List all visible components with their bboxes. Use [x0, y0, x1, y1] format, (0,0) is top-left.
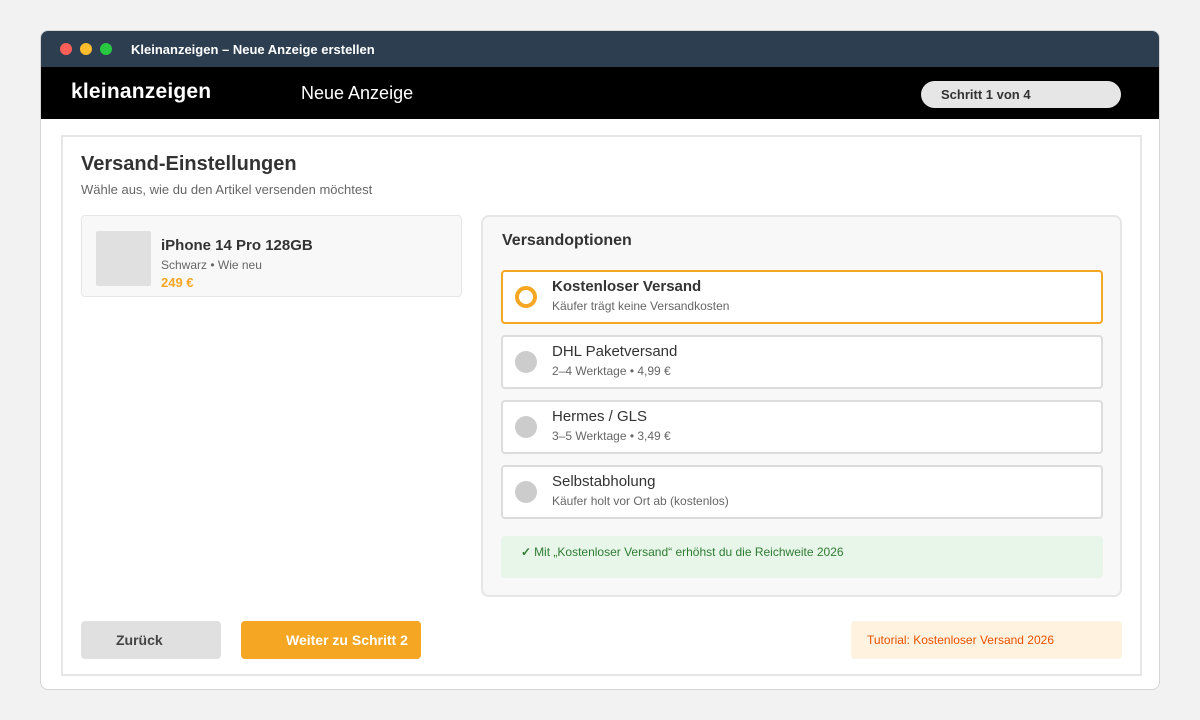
tutorial-link[interactable]: Tutorial: Kostenloser Versand 2026	[851, 621, 1122, 659]
app-header: kleinanzeigen Neue Anzeige Schritt 1 von…	[41, 67, 1159, 119]
kleinanzeigen-logo[interactable]: kleinanzeigen	[71, 80, 211, 104]
checkmark-icon: ✓	[521, 545, 532, 559]
product-name: iPhone 14 Pro 128GB	[161, 237, 313, 254]
window-titlebar: Kleinanzeigen – Neue Anzeige erstellen	[41, 31, 1159, 67]
option-description: Käufer holt vor Ort ab (kostenlos)	[552, 494, 729, 508]
option-label: DHL Paketversand	[552, 343, 678, 360]
step-indicator: Schritt 1 von 4	[921, 81, 1121, 108]
option-label: Hermes / GLS	[552, 408, 648, 425]
radio-unselected-icon[interactable]	[515, 351, 537, 373]
minimize-window-button[interactable]	[80, 43, 92, 55]
window-title: Kleinanzeigen – Neue Anzeige erstellen	[131, 42, 375, 57]
maximize-window-button[interactable]	[100, 43, 112, 55]
radio-unselected-icon[interactable]	[515, 481, 537, 503]
radio-unselected-icon[interactable]	[515, 416, 537, 438]
product-meta: Schwarz • Wie neu	[161, 258, 262, 272]
page-title: Versand-Einstellungen	[81, 153, 297, 175]
shipping-option-dhl[interactable]: DHL Paketversand 2–4 Werktage • 4,99 €	[501, 335, 1103, 389]
radio-selected-icon[interactable]	[515, 286, 537, 308]
option-description: 2–4 Werktage • 4,99 €	[552, 364, 671, 378]
next-step-button[interactable]: Weiter zu Schritt 2	[241, 621, 421, 659]
back-button[interactable]: Zurück	[81, 621, 221, 659]
hint-text: Mit „Kostenloser Versand“ erhöhst du die…	[534, 545, 844, 559]
option-label: Selbstabholung	[552, 473, 656, 490]
reach-hint-banner: ✓ Mit „Kostenloser Versand“ erhöhst du di…	[501, 536, 1103, 578]
app-window: Kleinanzeigen – Neue Anzeige erstellen k…	[40, 30, 1160, 690]
header-title: Neue Anzeige	[301, 83, 414, 103]
page-subtitle: Wähle aus, wie du den Artikel versenden …	[81, 182, 373, 197]
close-window-button[interactable]	[60, 43, 72, 55]
option-description: 3–5 Werktage • 3,49 €	[552, 429, 671, 443]
option-label: Kostenloser Versand	[552, 278, 702, 295]
shipping-options-title: Versandoptionen	[502, 232, 632, 249]
option-description: Käufer trägt keine Versandkosten	[552, 299, 730, 313]
shipping-option-hermes-gls[interactable]: Hermes / GLS 3–5 Werktage • 3,49 €	[501, 400, 1103, 454]
product-thumbnail	[96, 231, 151, 286]
product-summary-card: iPhone 14 Pro 128GB Schwarz • Wie neu 24…	[81, 215, 462, 297]
product-price: 249 €	[161, 275, 194, 290]
shipping-option-pickup[interactable]: Selbstabholung Käufer holt vor Ort ab (k…	[501, 465, 1103, 519]
shipping-settings-panel: Versand-Einstellungen Wähle aus, wie du …	[61, 135, 1142, 676]
shipping-option-free[interactable]: Kostenloser Versand Käufer trägt keine V…	[501, 270, 1103, 324]
shipping-options-box: Versandoptionen Kostenloser Versand Käuf…	[481, 215, 1122, 597]
